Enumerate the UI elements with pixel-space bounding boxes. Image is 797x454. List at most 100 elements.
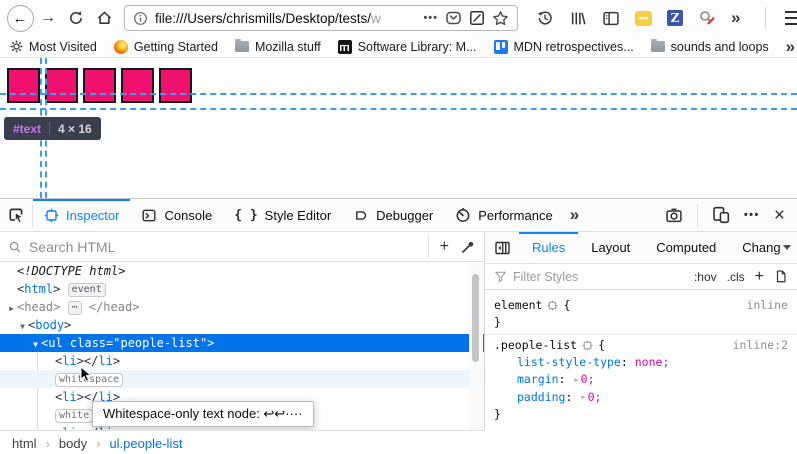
bookmark-software-library[interactable]: Software Library: M... xyxy=(338,40,477,54)
performance-icon xyxy=(455,207,471,223)
node-html[interactable]: <html> event xyxy=(0,280,484,298)
tab-computed[interactable]: Computed xyxy=(643,232,729,264)
class-toggle[interactable]: .cls xyxy=(727,270,745,284)
breadcrumb-body[interactable]: body xyxy=(59,436,87,451)
reload-button[interactable] xyxy=(62,4,90,32)
property-name[interactable]: padding xyxy=(517,390,565,404)
declaration-margin[interactable]: margin: ▶0; xyxy=(485,371,797,389)
bookmark-most-visited[interactable]: Most Visited xyxy=(10,40,97,54)
yellow-extension-icon[interactable]: ••• xyxy=(635,11,652,26)
declaration-padding[interactable]: padding: ▶0; xyxy=(485,389,797,407)
highlight-selector-icon[interactable] xyxy=(547,300,558,311)
event-badge[interactable]: event xyxy=(68,283,106,297)
sidebars-icon[interactable] xyxy=(602,10,620,27)
zotero-extension-icon[interactable]: Z xyxy=(667,10,683,26)
rule-selector[interactable]: element xyxy=(494,297,542,314)
element-picker-button[interactable] xyxy=(0,199,32,231)
property-value[interactable]: none xyxy=(635,355,663,369)
bookmark-sounds-and-loops[interactable]: sounds and loops xyxy=(651,40,769,54)
tag-name: li xyxy=(98,354,112,368)
pink-list-item-tile xyxy=(45,68,78,103)
declaration-list-style-type[interactable]: list-style-type: none; xyxy=(485,354,797,371)
bookmark-getting-started[interactable]: Getting Started xyxy=(114,40,218,54)
node-ul-people-list-selected[interactable]: ▼<ul class="people-list"> xyxy=(0,334,484,352)
history-icon[interactable] xyxy=(536,9,554,27)
node-doctype[interactable]: <!DOCTYPE html> xyxy=(0,262,484,280)
print-simulation-icon[interactable] xyxy=(774,269,788,284)
devtools-close-icon[interactable]: × xyxy=(774,206,785,225)
property-value[interactable]: 0 xyxy=(588,390,595,404)
devtools-menu-icon[interactable]: ••• xyxy=(744,209,760,221)
property-name[interactable]: list-style-type xyxy=(517,355,621,369)
expander-icon[interactable]: ▶ xyxy=(574,372,578,389)
tab-performance[interactable]: Performance xyxy=(444,199,563,231)
whitespace-badge-partial[interactable]: white xyxy=(55,409,93,423)
gear-icon xyxy=(10,40,23,53)
tab-console[interactable]: Console xyxy=(130,199,223,231)
collapse-sidebar-button[interactable] xyxy=(485,232,519,264)
forward-button[interactable]: → xyxy=(34,4,62,32)
rule-source-link[interactable]: inline:2 xyxy=(733,337,788,354)
property-value[interactable]: 0 xyxy=(581,372,588,386)
highlighter-infobar: #text 4 × 16 xyxy=(4,117,101,140)
node-body[interactable]: ▼<body> xyxy=(0,316,484,334)
rule-selector[interactable]: .people-list xyxy=(494,337,577,354)
expander-icon[interactable]: ▶ xyxy=(581,389,585,406)
collapsed-dots-badge[interactable]: ⋯ xyxy=(68,301,82,315)
property-name[interactable]: margin xyxy=(517,372,559,386)
expander-icon[interactable]: ▶ xyxy=(6,300,17,318)
bookmarks-overflow-chevron[interactable]: » xyxy=(786,37,795,57)
node-li[interactable]: <li></li> xyxy=(0,352,484,370)
tab-style-editor[interactable]: { } Style Editor xyxy=(223,199,342,231)
markup-tree: <!DOCTYPE html> <html> event ▶<head> ⋯ <… xyxy=(0,262,484,430)
tab-layout[interactable]: Layout xyxy=(578,232,643,264)
chevron-down-icon[interactable] xyxy=(783,245,791,250)
pink-list-item-tile xyxy=(121,68,154,103)
page-actions-menu-button[interactable]: ••• xyxy=(423,12,438,24)
devtools-tabs-overflow-chevron[interactable]: » xyxy=(570,205,579,225)
tab-changes[interactable]: Chang xyxy=(729,232,796,264)
add-rule-button[interactable]: + xyxy=(755,268,764,286)
add-node-button[interactable]: + xyxy=(440,238,449,256)
rule-people-list: .people-list { inline:2 list-style-type:… xyxy=(485,335,797,426)
expander-icon[interactable]: ▼ xyxy=(17,318,28,336)
url-bar[interactable]: file:///Users/chrismills/Desktop/tests/w… xyxy=(124,5,518,31)
back-button[interactable]: ← xyxy=(6,4,34,32)
annotate-extension-icon[interactable] xyxy=(698,9,716,27)
toolbar-overflow-chevron[interactable]: » xyxy=(731,8,740,28)
home-button[interactable] xyxy=(90,4,118,32)
markup-pane: + <!DOCTYPE html> <html> event ▶<head> ⋯… xyxy=(0,232,485,454)
markup-scrollbar[interactable] xyxy=(469,262,483,430)
expander-icon[interactable]: ▼ xyxy=(30,336,41,354)
screenshot-camera-icon[interactable] xyxy=(665,207,683,224)
breadcrumb-html[interactable]: html xyxy=(12,436,37,451)
node-whitespace-text[interactable]: whitespace xyxy=(0,370,484,388)
firefox-icon xyxy=(114,40,128,54)
screenshot-extension-icon[interactable] xyxy=(469,10,485,26)
tab-debugger[interactable]: Debugger xyxy=(342,199,444,231)
url-text[interactable]: file:///Users/chrismills/Desktop/tests/w xyxy=(155,11,416,26)
tag-text: <ul class="people-list"> xyxy=(41,336,214,350)
pocket-icon[interactable] xyxy=(445,10,462,26)
colon: : xyxy=(621,355,628,369)
rules-sidebar: Rules Layout Computed Chang :hov .cls + … xyxy=(485,232,797,454)
home-icon xyxy=(96,10,113,26)
library-icon[interactable] xyxy=(569,10,587,27)
app-menu-icon[interactable]: ! xyxy=(785,11,797,25)
pseudo-class-toggle[interactable]: :hov xyxy=(694,270,717,284)
tab-inspector[interactable]: Inspector xyxy=(33,199,130,231)
breadcrumb-ul-people-list[interactable]: ul.people-list xyxy=(109,436,182,451)
eyedropper-icon[interactable] xyxy=(460,239,476,255)
search-html-input[interactable] xyxy=(29,239,421,255)
site-info-icon[interactable] xyxy=(133,11,148,26)
bookmark-mdn-retrospectives[interactable]: MDN retrospectives... xyxy=(494,40,634,54)
rule-source-link[interactable]: inline xyxy=(746,297,788,314)
scrollbar-thumb[interactable] xyxy=(472,274,479,362)
bookmark-mozilla-stuff[interactable]: Mozilla stuff xyxy=(235,40,321,54)
highlight-selector-icon[interactable] xyxy=(582,340,593,351)
responsive-design-icon[interactable] xyxy=(712,206,730,224)
node-head[interactable]: ▶<head> ⋯ </head> xyxy=(0,298,484,316)
filter-styles-input[interactable] xyxy=(513,270,684,284)
bookmark-star-icon[interactable] xyxy=(492,10,509,27)
tab-rules[interactable]: Rules xyxy=(519,232,578,264)
